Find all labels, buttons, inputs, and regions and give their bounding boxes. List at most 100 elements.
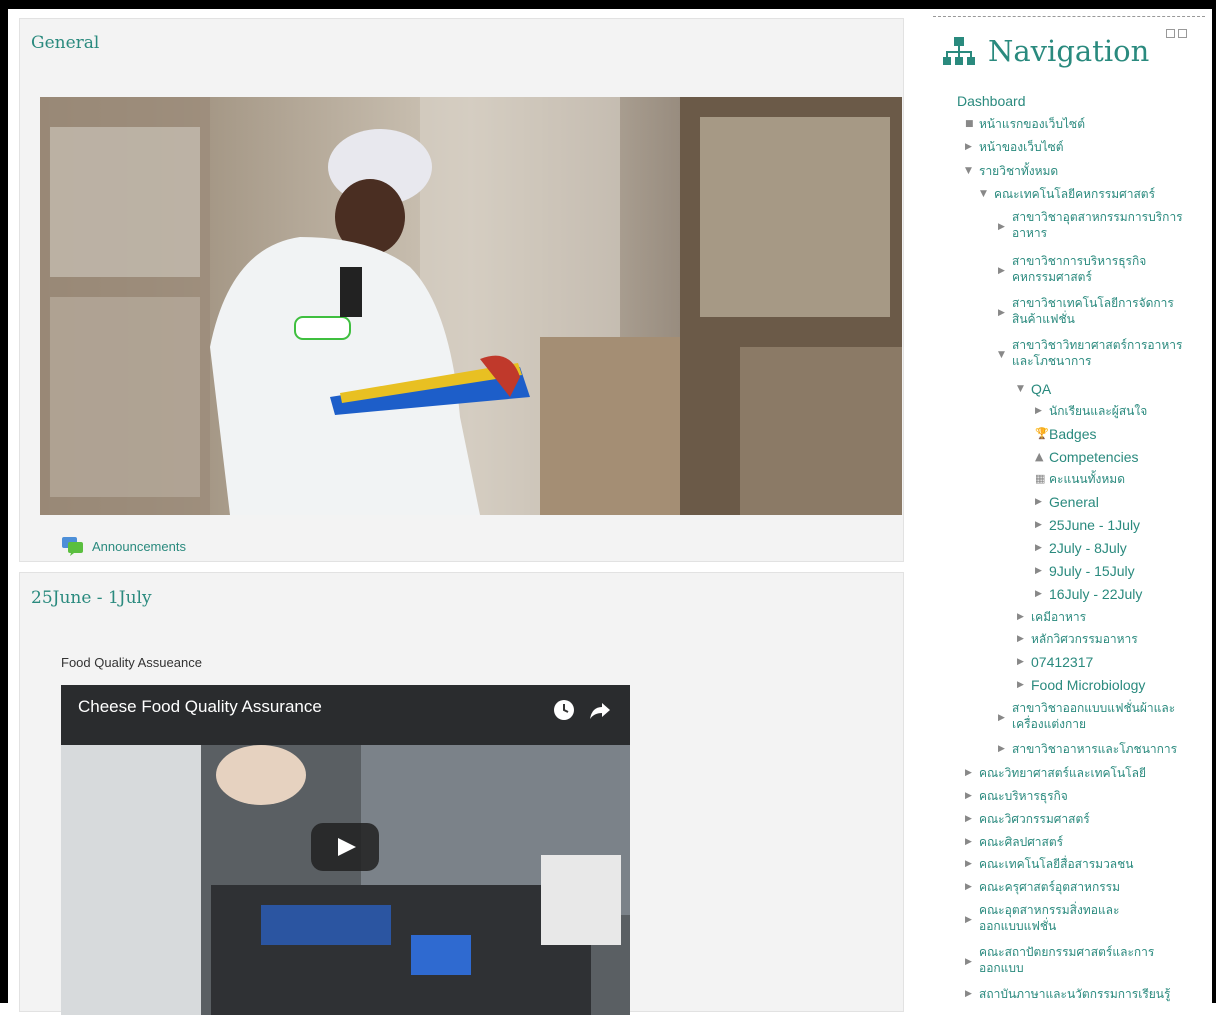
nav-item-label[interactable]: Competencies: [1049, 449, 1139, 465]
nav-item[interactable]: คณะวิทยาศาสตร์และเทคโนโลยี: [979, 765, 1146, 781]
nav-item-label[interactable]: 25June - 1July: [1049, 517, 1140, 533]
expand-arrow-icon[interactable]: ▶: [965, 859, 972, 869]
nav-item-label-continued[interactable]: สินค้าแฟชั่น: [1012, 311, 1174, 327]
nav-item-label[interactable]: คณะศิลปศาสตร์: [979, 834, 1063, 850]
nav-item-label[interactable]: หลักวิศวกรรมอาหาร: [1031, 631, 1138, 647]
nav-item-label[interactable]: สถาบันภาษาและนวัตกรรมการเรียนรู้: [979, 986, 1170, 1002]
nav-item-label[interactable]: คณะเทคโนโลยีคหกรรมศาสตร์: [994, 186, 1155, 202]
nav-item-label[interactable]: 2July - 8July: [1049, 540, 1127, 556]
expand-arrow-icon[interactable]: ▶: [1017, 680, 1024, 690]
nav-item[interactable]: คะแนนทั้งหมด: [1049, 471, 1125, 487]
nav-item[interactable]: 07412317: [1031, 654, 1093, 670]
nav-item-label[interactable]: สาขาวิชาเทคโนโลยีการจัดการ: [1012, 295, 1174, 311]
nav-item-label[interactable]: คณะอุตสาหกรรมสิ่งทอและ: [979, 902, 1119, 918]
expand-arrow-icon[interactable]: ▶: [1035, 520, 1042, 530]
collapse-arrow-icon[interactable]: ▼: [965, 166, 972, 176]
nav-item[interactable]: สาขาวิชาเทคโนโลยีการจัดการ สินค้าแฟชั่น: [1012, 295, 1174, 327]
expand-arrow-icon[interactable]: ▶: [965, 768, 972, 778]
nav-item-label[interactable]: Dashboard: [957, 93, 1026, 109]
nav-item[interactable]: หลักวิศวกรรมอาหาร: [1031, 631, 1138, 647]
nav-item-label-continued[interactable]: อาหาร: [1012, 225, 1183, 241]
nav-item[interactable]: คณะวิศวกรรมศาสตร์: [979, 811, 1090, 827]
nav-item[interactable]: สาขาวิชาอาหารและโภชนาการ: [1012, 741, 1177, 757]
nav-item-label-continued[interactable]: คหกรรมศาสตร์: [1012, 269, 1146, 285]
nav-item[interactable]: Badges: [1049, 426, 1096, 442]
nav-item[interactable]: 2July - 8July: [1049, 540, 1127, 556]
nav-item-label[interactable]: รายวิชาทั้งหมด: [979, 163, 1058, 179]
nav-item-label[interactable]: คณะวิทยาศาสตร์และเทคโนโลยี: [979, 765, 1146, 781]
expand-arrow-icon[interactable]: ▶: [998, 266, 1005, 276]
nav-item-label[interactable]: คณะวิศวกรรมศาสตร์: [979, 811, 1090, 827]
nav-item[interactable]: General: [1049, 494, 1099, 510]
nav-item-label[interactable]: หน้าแรกของเว็บไซต์: [979, 116, 1085, 132]
nav-item[interactable]: คณะเทคโนโลยีสื่อสารมวลชน: [979, 856, 1134, 872]
embedded-video[interactable]: Cheese Food Quality Assurance: [61, 685, 630, 1015]
expand-arrow-icon[interactable]: ▶: [965, 142, 972, 152]
nav-item[interactable]: คณะศิลปศาสตร์: [979, 834, 1063, 850]
expand-arrow-icon[interactable]: ▶: [965, 882, 972, 892]
nav-item[interactable]: QA: [1031, 381, 1051, 397]
nav-item[interactable]: Dashboard: [957, 93, 1026, 109]
nav-item[interactable]: คณะบริหารธุรกิจ: [979, 788, 1068, 804]
nav-item-label[interactable]: คณะครุศาสตร์อุตสาหกรรม: [979, 879, 1120, 895]
nav-item-label[interactable]: สาขาวิชาการบริหารธุรกิจ: [1012, 253, 1146, 269]
nav-item[interactable]: 9July - 15July: [1049, 563, 1135, 579]
collapse-arrow-icon[interactable]: ▼: [998, 350, 1005, 360]
nav-item-label-continued[interactable]: ออกแบบ: [979, 960, 1154, 976]
expand-arrow-icon[interactable]: ▶: [965, 915, 972, 925]
expand-arrow-icon[interactable]: ▶: [1035, 543, 1042, 553]
nav-item[interactable]: คณะสถาปัตยกรรมศาสตร์และการ ออกแบบ: [979, 944, 1154, 976]
collapse-arrow-icon[interactable]: ▼: [1017, 384, 1024, 394]
expand-arrow-icon[interactable]: ▶: [1035, 406, 1042, 416]
announcements-label[interactable]: Announcements: [92, 539, 186, 554]
nav-item-label[interactable]: สาขาวิชาอุตสาหกรรมการบริการ: [1012, 209, 1183, 225]
nav-item-label[interactable]: หน้าของเว็บไซต์: [979, 139, 1064, 155]
nav-item[interactable]: รายวิชาทั้งหมด: [979, 163, 1058, 179]
expand-arrow-icon[interactable]: ▶: [965, 989, 972, 999]
expand-arrow-icon[interactable]: ▶: [965, 791, 972, 801]
nav-item-label[interactable]: คะแนนทั้งหมด: [1049, 471, 1125, 487]
nav-item[interactable]: สาขาวิชาวิทยาศาสตร์การอาหาร และโภชนาการ: [1012, 337, 1182, 369]
collapse-block-icon[interactable]: [1166, 29, 1175, 38]
nav-item[interactable]: Food Microbiology: [1031, 677, 1145, 693]
nav-item[interactable]: คณะเทคโนโลยีคหกรรมศาสตร์: [994, 186, 1155, 202]
nav-item-label[interactable]: สาขาวิชาวิทยาศาสตร์การอาหาร: [1012, 337, 1182, 353]
expand-arrow-icon[interactable]: ▶: [965, 814, 972, 824]
nav-item[interactable]: เคมีอาหาร: [1031, 609, 1086, 625]
nav-item[interactable]: Competencies: [1049, 449, 1139, 465]
nav-item-label[interactable]: 9July - 15July: [1049, 563, 1135, 579]
nav-item[interactable]: สาขาวิชาอุตสาหกรรมการบริการ อาหาร: [1012, 209, 1183, 241]
nav-item[interactable]: คณะอุตสาหกรรมสิ่งทอและ ออกแบบแฟชั่น: [979, 902, 1119, 934]
nav-item-label[interactable]: 16July - 22July: [1049, 586, 1142, 602]
nav-item[interactable]: นักเรียนและผู้สนใจ: [1049, 403, 1147, 419]
nav-item-label-continued[interactable]: เครื่องแต่งกาย: [1012, 716, 1175, 732]
section-title[interactable]: General: [31, 33, 99, 53]
announcements-link[interactable]: Announcements: [61, 536, 186, 556]
expand-arrow-icon[interactable]: ▶: [1017, 612, 1024, 622]
expand-arrow-icon[interactable]: ▶: [1017, 657, 1024, 667]
collapse-arrow-icon[interactable]: ▼: [980, 189, 987, 199]
nav-item-label[interactable]: 07412317: [1031, 654, 1093, 670]
nav-item[interactable]: สาขาวิชาออกแบบแฟชั่นผ้าและ เครื่องแต่งกาย: [1012, 700, 1175, 732]
dock-block-icon[interactable]: [1178, 29, 1187, 38]
nav-item[interactable]: สาขาวิชาการบริหารธุรกิจ คหกรรมศาสตร์: [1012, 253, 1146, 285]
nav-item-label[interactable]: คณะเทคโนโลยีสื่อสารมวลชน: [979, 856, 1134, 872]
nav-item-label[interactable]: Badges: [1049, 426, 1096, 442]
nav-item[interactable]: 16July - 22July: [1049, 586, 1142, 602]
play-button-icon[interactable]: [311, 823, 379, 871]
nav-item[interactable]: 25June - 1July: [1049, 517, 1140, 533]
nav-item-label[interactable]: สาขาวิชาออกแบบแฟชั่นผ้าและ: [1012, 700, 1175, 716]
nav-item[interactable]: คณะครุศาสตร์อุตสาหกรรม: [979, 879, 1120, 895]
nav-item-label[interactable]: QA: [1031, 381, 1051, 397]
nav-item[interactable]: หน้าแรกของเว็บไซต์: [979, 116, 1085, 132]
expand-arrow-icon[interactable]: ▶: [998, 308, 1005, 318]
nav-item[interactable]: หน้าของเว็บไซต์: [979, 139, 1064, 155]
section-title[interactable]: 25June - 1July: [31, 588, 152, 608]
nav-item-label[interactable]: คณะบริหารธุรกิจ: [979, 788, 1068, 804]
nav-item-label[interactable]: คณะสถาปัตยกรรมศาสตร์และการ: [979, 944, 1154, 960]
expand-arrow-icon[interactable]: ▶: [1035, 566, 1042, 576]
nav-item-label-continued[interactable]: ออกแบบแฟชั่น: [979, 918, 1119, 934]
nav-item-label[interactable]: Food Microbiology: [1031, 677, 1145, 693]
share-icon[interactable]: [589, 699, 611, 721]
expand-arrow-icon[interactable]: ▶: [998, 222, 1005, 232]
